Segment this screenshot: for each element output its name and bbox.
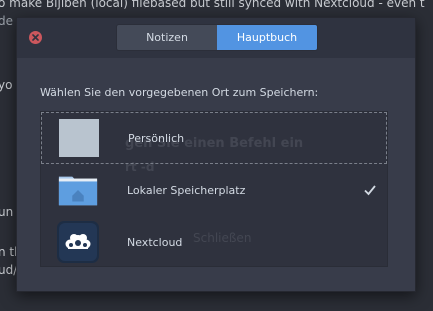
checkmark-icon <box>364 185 376 196</box>
background-line: ud/ <box>0 263 18 277</box>
location-item-persoenlich[interactable]: Persönlich <box>41 112 387 164</box>
location-label: Persönlich <box>128 131 185 145</box>
location-prompt: Wählen Sie den vorgegebenen Ort zum Spei… <box>40 86 319 99</box>
view-switcher: Notizen Hauptbuch <box>116 24 318 51</box>
blank-square-icon <box>58 117 100 159</box>
background-line: de <box>0 14 13 28</box>
folder-home-icon <box>57 169 99 211</box>
location-item-nextcloud[interactable]: Nextcloud <box>41 216 387 268</box>
nextcloud-icon <box>57 221 99 263</box>
tab-notizen[interactable]: Notizen <box>117 25 217 50</box>
location-label: Nextcloud <box>127 235 183 249</box>
close-button[interactable] <box>29 31 42 44</box>
location-item-lokaler-speicherplatz[interactable]: Lokaler Speicherplatz <box>41 164 387 216</box>
background-line: yo <box>0 78 13 92</box>
location-label: Lokaler Speicherplatz <box>127 183 246 197</box>
background-line: o make Bijiben (local) filebased but sti… <box>0 0 425 10</box>
dialog-titlebar: Notizen Hauptbuch <box>17 18 415 58</box>
background-line: un <box>0 205 14 219</box>
tab-hauptbuch[interactable]: Hauptbuch <box>217 25 317 50</box>
close-icon <box>32 34 39 41</box>
location-list: gen Sie einen Befehl ein rt -d Schließen… <box>40 111 388 267</box>
save-location-dialog: Notizen Hauptbuch Wählen Sie den vorgege… <box>16 17 416 292</box>
